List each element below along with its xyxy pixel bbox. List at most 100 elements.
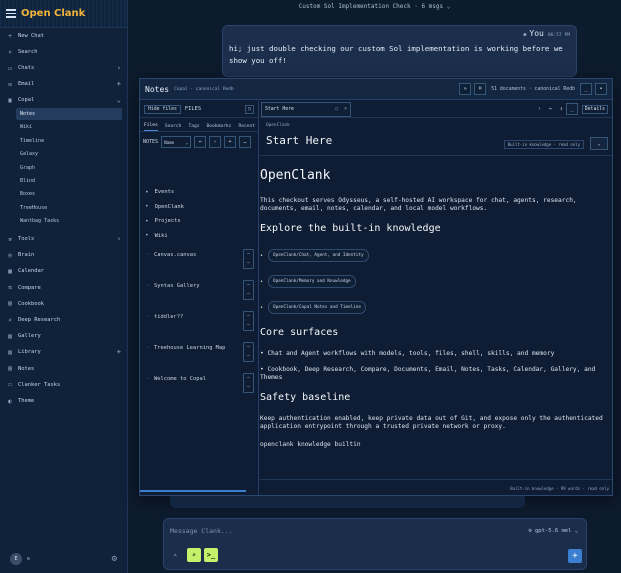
sidebar-subitem-boxes[interactable]: Boxes (16, 188, 122, 200)
folder-openclank[interactable]: • OpenClank (145, 201, 254, 213)
file-treehouse-learning-map[interactable]: ◦ Treehouse Learning Map – – (147, 342, 254, 362)
sidebar-item-chats[interactable]: ▭ Chats › (6, 61, 121, 75)
notes-file-pane: Hide files FILES ○ Files Search Tags Bookma… (140, 101, 259, 495)
deep-research-icon: ⌕ (8, 316, 12, 324)
file-icon: ◦ (147, 376, 151, 382)
sidebar-subitem-notes[interactable]: Notes (16, 108, 122, 120)
dash-icon: – (247, 376, 250, 381)
document-body: OpenClank This checkout serves Odysseus,… (260, 101, 612, 495)
chevron-up-icon[interactable]: ⌃ (173, 553, 177, 561)
dash-icon: – (247, 292, 250, 297)
folder-events[interactable]: • Events (145, 186, 254, 198)
notes-document-pane: Start Here ○ × › ⇔ ↕ _ Details OpenClank… (260, 101, 612, 495)
dash-icon: – (247, 354, 250, 359)
sidebar-item-library[interactable]: ▥ Library + (6, 345, 121, 359)
sidebar-item-search[interactable]: ⌕ Search (6, 45, 121, 59)
sidebar-item-action-icon[interactable]: ⌄ (117, 96, 121, 104)
sidebar-item-theme[interactable]: ◐ Theme (6, 394, 121, 408)
folder-projects[interactable]: • Projects (145, 215, 254, 227)
sidebar-subitem-wantbag-tasks[interactable]: Wantbag Tasks (16, 215, 122, 227)
file-name: ◦ Treehouse Learning Map (147, 345, 225, 351)
more-icon[interactable]: … (239, 136, 252, 148)
send-button[interactable]: + (568, 549, 582, 563)
sidebar-item-calendar[interactable]: ▦ Calendar (6, 264, 121, 278)
sidebar-item-action-icon[interactable]: › (117, 64, 121, 72)
user-message: ● You 06:57 PM hi; just double checking o… (222, 25, 577, 77)
knowledge-link-label[interactable]: OpenClank/Chat, Agent, and Identity (268, 249, 369, 262)
model-select[interactable]: ⚙ gpt-5.6 mel ⌄ (528, 528, 578, 534)
dash-icon: – (247, 323, 250, 328)
sidebar-subitem-graph[interactable]: Graph (16, 162, 122, 174)
hide-files-button[interactable]: Hide files (144, 104, 181, 114)
conversation-title[interactable]: Custom Sol Implementation Check · 6 msgs… (128, 3, 621, 10)
file-actions-button[interactable]: – – (243, 373, 254, 393)
file-actions-button[interactable]: – – (243, 311, 254, 331)
model-icon: ⚙ (528, 528, 535, 534)
file-actions-button[interactable]: – – (243, 342, 254, 362)
sidebar-item-brain[interactable]: ◎ Brain (6, 248, 121, 262)
sidebar-item-notes[interactable]: ▤ Notes (6, 362, 121, 376)
sidebar-item-email[interactable]: ✉ Email + (6, 77, 121, 91)
grid-icon[interactable]: ⌘ (474, 83, 487, 95)
sidebar-item-copal[interactable]: ▣ Copal ⌄ (6, 93, 121, 107)
sidebar-item-action-icon[interactable]: + (117, 348, 121, 356)
sidebar-item-action-icon[interactable]: + (117, 80, 121, 88)
menu-icon[interactable] (6, 7, 16, 20)
close-button[interactable]: • (595, 83, 607, 95)
circle-icon[interactable]: ○ (245, 104, 254, 114)
sidebar-item-label: Compare (18, 284, 41, 291)
knowledge-link[interactable]: • OpenClank/Chat, Agent, and Identity (260, 249, 369, 262)
dash-icon: – (247, 345, 250, 350)
sidebar-subitem-wiki[interactable]: Wiki (16, 121, 122, 133)
collapse-icon[interactable]: ⇔ (194, 136, 207, 148)
sidebar-subitem-blind[interactable]: Blind (16, 175, 122, 187)
sidebar-item-tools[interactable]: ⚒ Tools › (6, 232, 121, 246)
message-meta: ● You 06:57 PM (523, 29, 570, 38)
tab-search[interactable]: Search (165, 124, 182, 131)
sidebar-item-action-icon[interactable]: › (117, 235, 121, 243)
file-tiddler[interactable]: ◦ tiddler?? – – (147, 311, 254, 331)
notes-window: Notes Copal · canonical Redb » ⌘ 51 docu… (139, 78, 613, 496)
arrow-icon[interactable]: › (209, 136, 222, 148)
folder-wiki[interactable]: • Wiki (145, 230, 254, 242)
gear-icon[interactable]: ⚙ (112, 554, 117, 564)
theme-icon: ◐ (8, 397, 12, 405)
file-actions-button[interactable]: – – (243, 280, 254, 300)
clanker-tasks-icon: ☐ (8, 381, 12, 389)
sidebar-item-clanker-tasks[interactable]: ☐ Clanker Tasks (6, 378, 121, 392)
sidebar-subitem-treehouse[interactable]: TreeHouse (16, 202, 122, 214)
notes-titlebar[interactable]: Notes Copal · canonical Redb » ⌘ 51 docu… (140, 79, 612, 100)
composer-backdrop (170, 496, 525, 508)
add-note-button[interactable]: + (224, 136, 237, 148)
tab-bookmarks[interactable]: Bookmarks (207, 124, 232, 131)
knowledge-link[interactable]: • OpenClank/Copal Notes and Timeline (260, 301, 366, 314)
tab-recent[interactable]: Recent (238, 124, 255, 131)
sort-select[interactable]: Name ⌄ (161, 136, 192, 148)
knowledge-link[interactable]: • OpenClank/Memory and Knowledge (260, 275, 356, 288)
bullet-icon: • (260, 252, 264, 259)
file-syntax-gallery[interactable]: ◦ Syntax Gallery – – (147, 280, 254, 300)
file-canvas-canvas[interactable]: ◦ Canvas.canvas – – (147, 249, 254, 269)
search-tool-button[interactable]: ⌕ (187, 548, 201, 562)
sidebar-item-gallery[interactable]: ▧ Gallery (6, 329, 121, 343)
avatar[interactable]: E (10, 553, 22, 565)
sidebar-item-deep-research[interactable]: ⌕ Deep Research (6, 313, 121, 327)
message-input[interactable]: Message Clank... (170, 527, 233, 535)
tab-files[interactable]: Files (144, 123, 158, 131)
minimize-button[interactable]: _ (580, 83, 592, 95)
file-actions-button[interactable]: – – (243, 249, 254, 269)
core-item-2-text: Cookbook, Deep Research, Compare, Docume… (260, 366, 596, 381)
terminal-tool-button[interactable]: >_ (204, 548, 218, 562)
calendar-icon: ▦ (8, 267, 12, 275)
tab-tags[interactable]: Tags (188, 124, 199, 131)
knowledge-link-label[interactable]: OpenClank/Memory and Knowledge (268, 275, 356, 288)
sidebar-item-cookbook[interactable]: ▤ Cookbook (6, 297, 121, 311)
sidebar-item-compare[interactable]: ⇆ Compare (6, 281, 121, 295)
file-welcome-to-copal[interactable]: ◦ Welcome to Copal – – (147, 373, 254, 393)
sidebar-item-new-chat[interactable]: + New Chat (6, 29, 121, 43)
sidebar-item-label: Chats (18, 65, 35, 71)
sidebar-subitem-timeline[interactable]: Timeline (16, 135, 122, 147)
sidebar-subitem-galaxy[interactable]: Galaxy (16, 148, 122, 160)
back-icon[interactable]: » (459, 83, 472, 95)
knowledge-link-label[interactable]: OpenClank/Copal Notes and Timeline (268, 301, 366, 314)
